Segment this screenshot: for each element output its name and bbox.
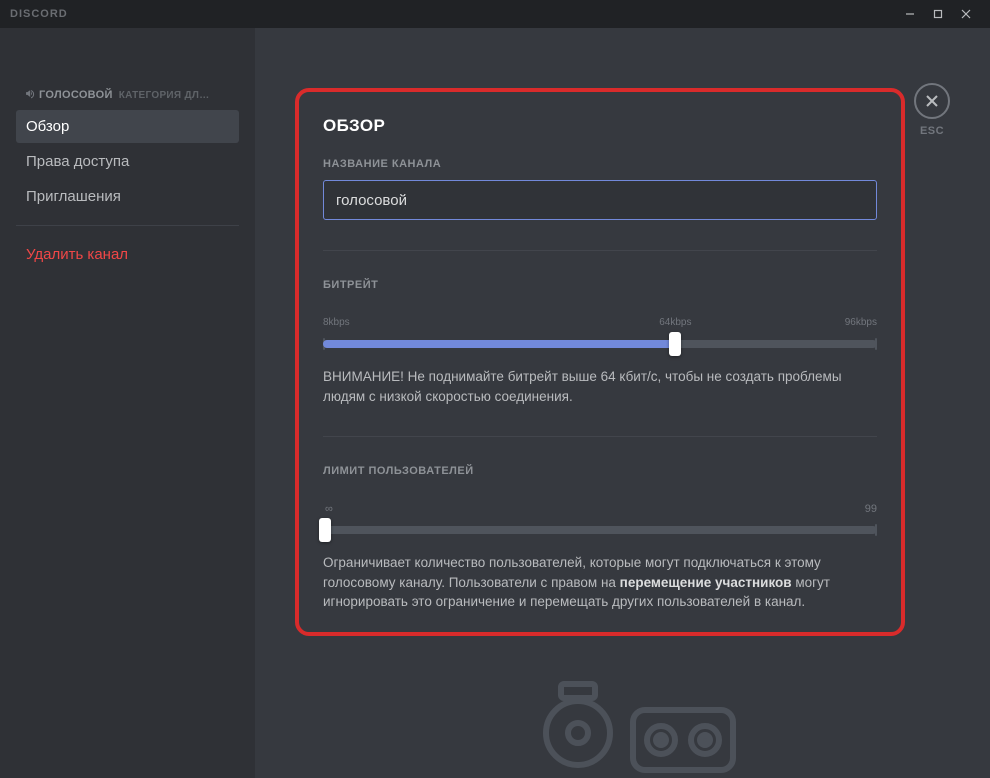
window-close-button[interactable] xyxy=(952,4,980,24)
sidebar-category-label: КАТЕГОРИЯ ДЛ… xyxy=(119,90,210,101)
user-limit-tick xyxy=(875,524,877,536)
titlebar: DISCORD xyxy=(0,0,990,28)
sidebar-item-invites[interactable]: Приглашения xyxy=(16,180,239,213)
sidebar-item-label: Приглашения xyxy=(26,188,121,205)
bitrate-max-label: 96kbps xyxy=(845,317,877,328)
content-area: ESC ОБЗОР НАЗВАНИЕ КАНАЛА БИТРЕЙТ 8kbps … xyxy=(255,28,990,778)
user-limit-min-label: ∞ xyxy=(325,503,333,515)
panel-title: ОБЗОР xyxy=(323,116,877,136)
channel-name-label: НАЗВАНИЕ КАНАЛА xyxy=(323,158,877,170)
user-limit-track xyxy=(323,526,877,534)
bitrate-mid-label: 64kbps xyxy=(659,317,691,328)
user-limit-slider-container: ∞ 99 xyxy=(323,503,877,539)
sidebar-channel-name: ГОЛОСОВОЙ xyxy=(39,89,113,101)
delete-channel-button[interactable]: Удалить канал xyxy=(16,238,239,271)
user-limit-label: ЛИМИТ ПОЛЬЗОВАТЕЛЕЙ xyxy=(323,465,877,477)
window-maximize-button[interactable] xyxy=(924,4,952,24)
sidebar-header: ГОЛОСОВОЙ КАТЕГОРИЯ ДЛ… xyxy=(16,88,239,102)
sidebar-item-label: Обзор xyxy=(26,118,69,135)
divider xyxy=(323,436,877,437)
bitrate-tick-labels: 8kbps 64kbps 96kbps xyxy=(323,317,877,331)
window-minimize-button[interactable] xyxy=(896,4,924,24)
bitrate-label: БИТРЕЙТ xyxy=(323,279,877,291)
user-limit-help: Ограничивает количество пользователей, к… xyxy=(323,553,877,612)
app-window: DISCORD ГОЛОСОВОЙ КАТЕГОРИЯ ДЛ… Об xyxy=(0,0,990,778)
settings-sidebar: ГОЛОСОВОЙ КАТЕГОРИЯ ДЛ… Обзор Права дост… xyxy=(0,28,255,778)
app-logo: DISCORD xyxy=(10,8,68,20)
sidebar-divider xyxy=(16,225,239,226)
window-controls xyxy=(896,4,980,24)
user-limit-tick-labels: ∞ 99 xyxy=(323,503,877,517)
sidebar-item-label: Права доступа xyxy=(26,153,129,170)
esc-label: ESC xyxy=(920,125,944,137)
bitrate-track xyxy=(323,340,877,348)
bitrate-fill xyxy=(323,340,675,348)
channel-name-input[interactable] xyxy=(323,180,877,220)
overview-panel: ОБЗОР НАЗВАНИЕ КАНАЛА БИТРЕЙТ 8kbps 64kb… xyxy=(295,88,905,636)
divider xyxy=(323,250,877,251)
user-limit-max-label: 99 xyxy=(865,503,877,515)
bitrate-slider-container: 8kbps 64kbps 96kbps xyxy=(323,317,877,353)
volume-icon xyxy=(24,88,35,102)
sidebar-item-permissions[interactable]: Права доступа xyxy=(16,145,239,178)
delete-channel-label: Удалить канал xyxy=(26,246,128,263)
close-icon xyxy=(914,83,950,119)
bitrate-slider[interactable] xyxy=(323,335,877,353)
bitrate-min-label: 8kbps xyxy=(323,317,350,328)
user-limit-thumb[interactable] xyxy=(319,518,331,542)
bitrate-warning: ВНИМАНИЕ! Не поднимайте битрейт выше 64 … xyxy=(323,367,877,406)
bitrate-tick xyxy=(875,338,877,350)
sidebar-item-overview[interactable]: Обзор xyxy=(16,110,239,143)
decorative-illustration xyxy=(493,668,753,778)
close-settings-button[interactable]: ESC xyxy=(914,83,950,137)
user-limit-slider[interactable] xyxy=(323,521,877,539)
app-body: ГОЛОСОВОЙ КАТЕГОРИЯ ДЛ… Обзор Права дост… xyxy=(0,28,990,778)
bitrate-thumb[interactable] xyxy=(669,332,681,356)
